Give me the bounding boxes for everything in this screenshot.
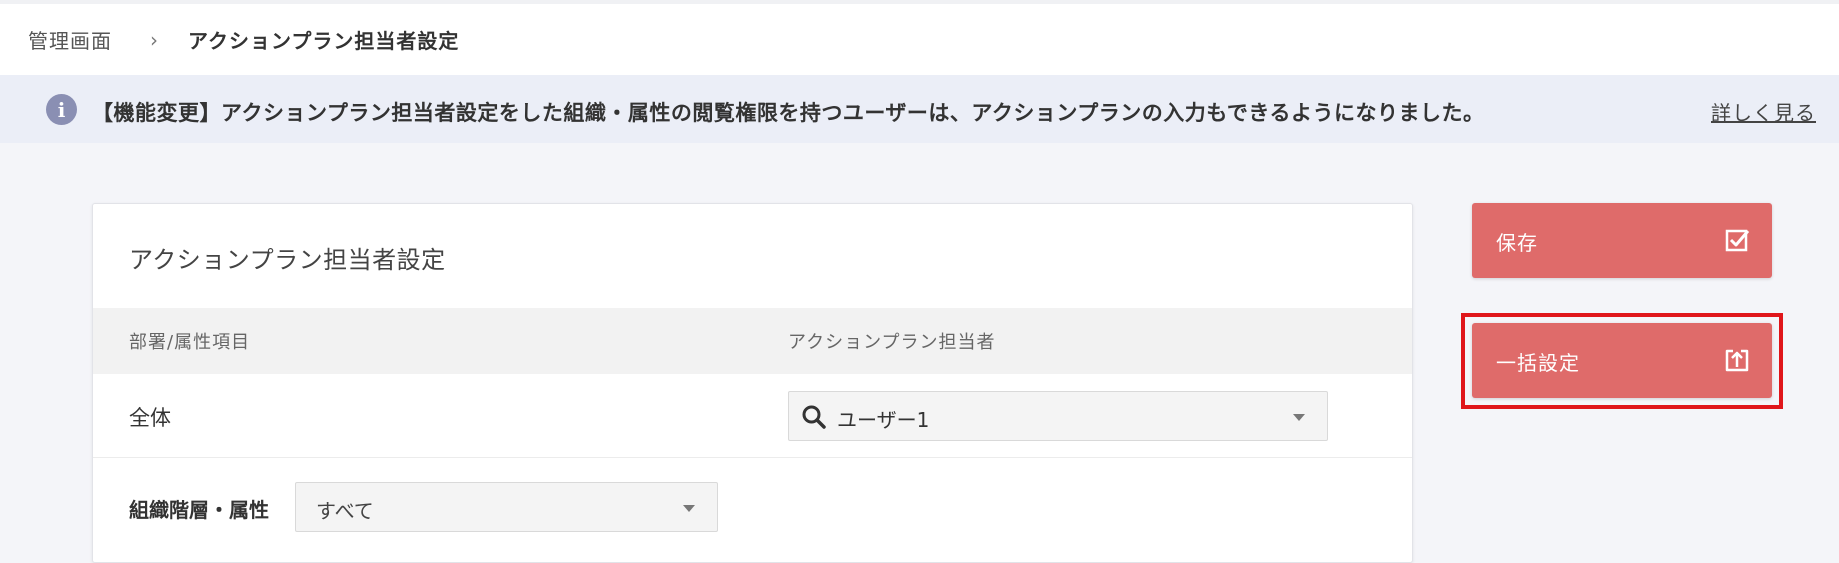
- notice-banner: i 【機能変更】アクションプラン担当者設定をした組織・属性の閲覧権限を持つユーザ…: [0, 75, 1839, 143]
- assignee-select[interactable]: ユーザー1: [788, 391, 1328, 441]
- page-title: アクションプラン担当者設定: [188, 29, 460, 53]
- card-title: アクションプラン担当者設定: [129, 246, 446, 274]
- notice-details-link[interactable]: 詳しく見る: [1711, 97, 1816, 126]
- checkbox-icon: [1725, 229, 1750, 252]
- bulk-settings-button[interactable]: 一括設定: [1472, 323, 1772, 398]
- assignee-value: ユーザー1: [837, 408, 930, 432]
- org-level-value: すべて: [316, 499, 374, 523]
- save-button-label: 保存: [1496, 231, 1538, 255]
- info-icon: i: [46, 94, 77, 125]
- filter-label: 組織階層・属性: [129, 498, 269, 522]
- column-header-assignee: アクションプラン担当者: [788, 332, 996, 353]
- save-button[interactable]: 保存: [1472, 203, 1772, 278]
- breadcrumb: 管理画面 › アクションプラン担当者設定: [0, 0, 1839, 75]
- assignee-settings-card: アクションプラン担当者設定 部署/属性項目 アクションプラン担当者 全体 ユーザ…: [92, 203, 1413, 563]
- breadcrumb-root-link[interactable]: 管理画面: [28, 25, 112, 54]
- chevron-down-icon: [683, 505, 695, 512]
- row-label: 全体: [129, 406, 171, 430]
- upload-icon: [1725, 349, 1749, 372]
- org-level-select[interactable]: すべて: [295, 482, 718, 532]
- notice-text: 【機能変更】アクションプラン担当者設定をした組織・属性の閲覧権限を持つユーザーは…: [92, 101, 1485, 125]
- table-row: 全体 ユーザー1: [93, 374, 1412, 458]
- search-icon: [802, 405, 826, 429]
- chevron-down-icon: [1293, 414, 1305, 421]
- bulk-settings-button-label: 一括設定: [1496, 351, 1580, 375]
- breadcrumb-separator: ›: [150, 27, 158, 52]
- table-header: 部署/属性項目 アクションプラン担当者: [93, 308, 1412, 374]
- column-header-dept: 部署/属性項目: [129, 332, 251, 353]
